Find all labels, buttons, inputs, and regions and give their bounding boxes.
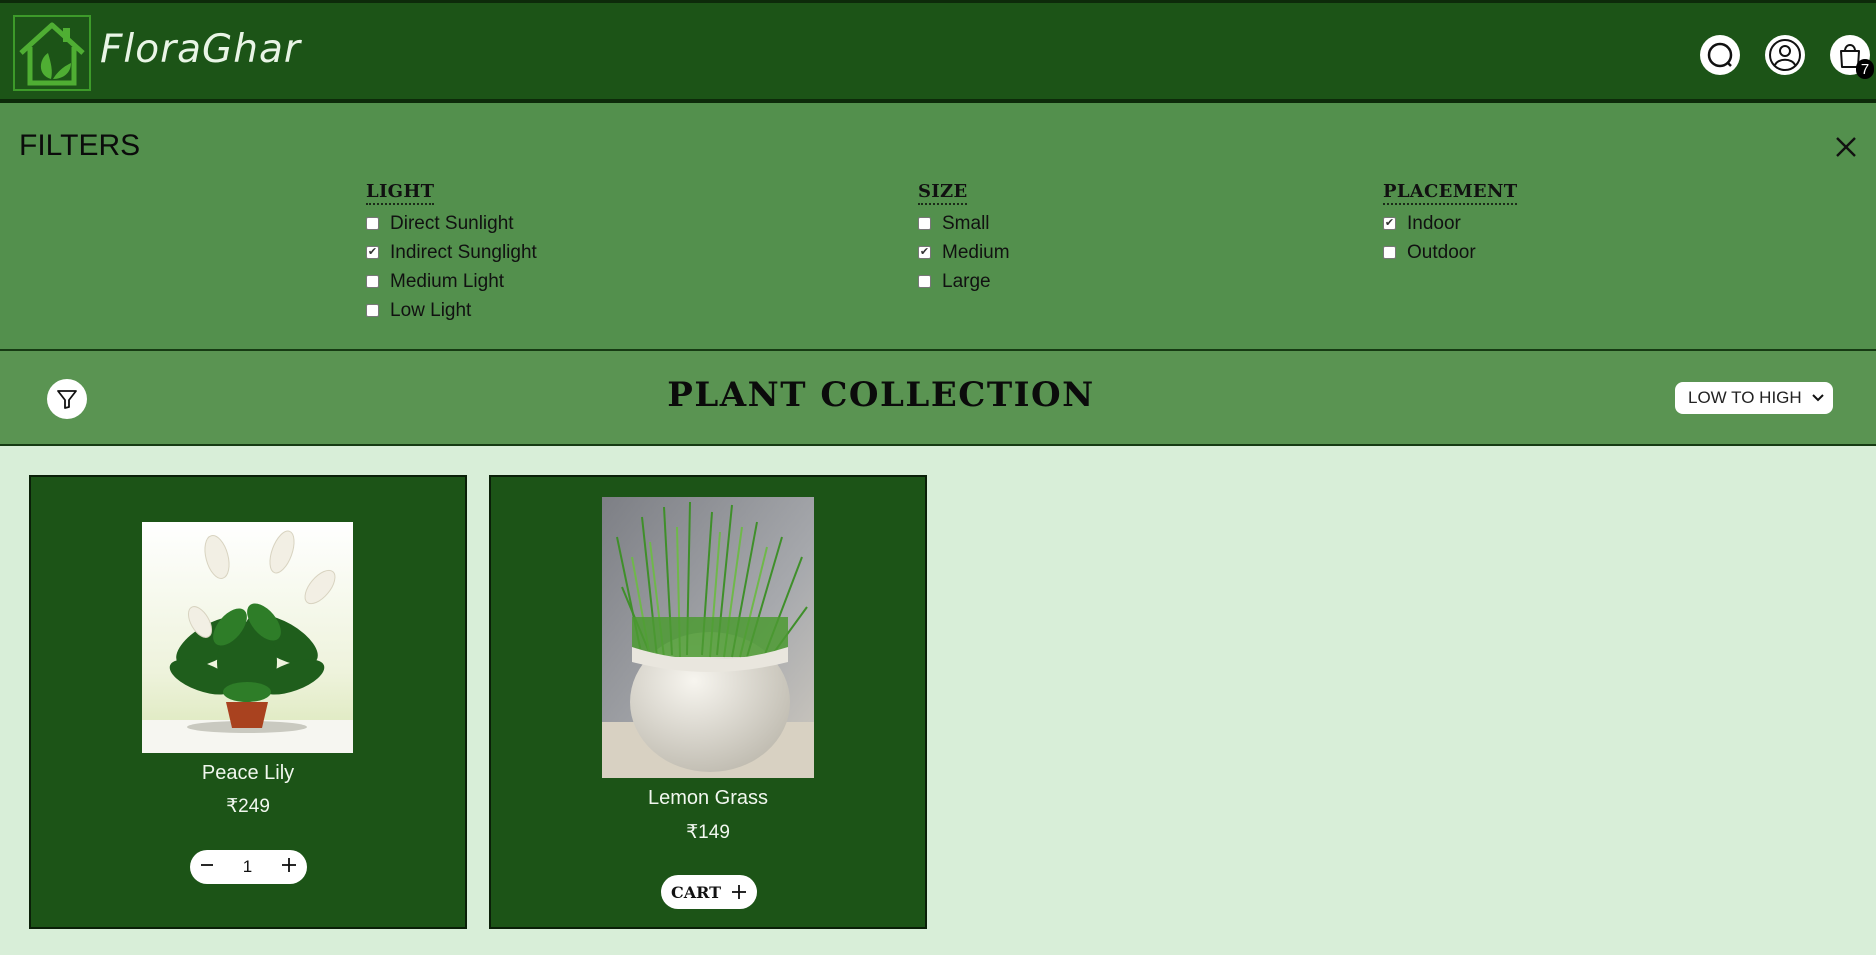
filter-option-label: Small (942, 212, 990, 234)
filter-option-outdoor[interactable]: Outdoor (1383, 238, 1517, 267)
checkbox-checked[interactable]: ✔ (366, 246, 379, 259)
filter-option-low-light[interactable]: Low Light (366, 296, 537, 325)
filter-option-label: Indoor (1407, 212, 1461, 234)
cart-button[interactable]: 7 (1830, 35, 1874, 79)
filter-option-indirect-sunlight[interactable]: ✔ Indirect Sunglight (366, 238, 537, 267)
cart-button-label: CART (670, 882, 722, 902)
filter-option-small[interactable]: Small (918, 209, 1010, 238)
filters-panel: FILTERS LIGHT Direct Sunlight ✔ Indirect… (0, 103, 1876, 351)
checkbox[interactable] (918, 275, 931, 288)
filter-group-title: SIZE (918, 181, 968, 205)
filter-option-label: Indirect Sunglight (390, 241, 537, 263)
checkbox[interactable] (918, 217, 931, 230)
close-icon (1836, 137, 1856, 157)
lemon-grass-image (602, 497, 814, 778)
filter-option-label: Large (942, 270, 991, 292)
close-filters-button[interactable] (1830, 131, 1862, 163)
product-card-peace-lily[interactable]: Peace Lily ₹249 1 (29, 475, 467, 929)
checkbox[interactable] (366, 275, 379, 288)
checkbox[interactable] (1383, 246, 1396, 259)
filter-group-size: SIZE Small ✔ Medium Large (918, 181, 1010, 296)
filters-title: FILTERS (19, 129, 141, 162)
product-image-lemon-grass[interactable] (602, 497, 814, 778)
sort-select[interactable]: LOW TO HIGH (1675, 382, 1833, 414)
filter-group-title: LIGHT (366, 181, 435, 205)
product-price: ₹149 (686, 822, 730, 843)
filter-option-direct-sunlight[interactable]: Direct Sunlight (366, 209, 537, 238)
filter-group-light: LIGHT Direct Sunlight ✔ Indirect Sunglig… (366, 181, 537, 325)
search-button[interactable] (1700, 35, 1740, 75)
filter-option-label: Direct Sunlight (390, 212, 514, 234)
plus-icon (732, 885, 747, 899)
filter-option-label: Outdoor (1407, 241, 1476, 263)
decrease-quantity-button[interactable] (200, 857, 214, 877)
filter-group-title: PLACEMENT (1383, 181, 1518, 205)
checkbox[interactable] (366, 217, 379, 230)
logo[interactable] (13, 15, 91, 91)
plus-icon (282, 857, 296, 872)
filter-option-label: Medium Light (390, 270, 505, 292)
site-header: FloraGhar 7 (0, 0, 1876, 103)
minus-icon (201, 864, 213, 866)
brand-name[interactable]: FloraGhar (100, 27, 301, 72)
product-card-lemon-grass[interactable]: Lemon Grass ₹149 CART (489, 475, 927, 929)
filter-option-indoor[interactable]: ✔ Indoor (1383, 209, 1517, 238)
product-name[interactable]: Peace Lily (31, 762, 465, 785)
user-icon (1769, 39, 1801, 71)
product-image-peace-lily[interactable] (142, 522, 353, 753)
filter-option-label: Medium (942, 241, 1010, 263)
increase-quantity-button[interactable] (281, 857, 297, 878)
cart-count-badge: 7 (1856, 59, 1874, 79)
sort-selected-value: LOW TO HIGH (1688, 388, 1802, 407)
filter-option-large[interactable]: Large (918, 267, 1010, 296)
page-title: PLANT COLLECTION (667, 375, 1095, 415)
filter-option-label: Low Light (390, 299, 472, 321)
quantity-value: 1 (242, 857, 253, 876)
product-price: ₹249 (226, 796, 270, 817)
checkbox-checked[interactable]: ✔ (1383, 217, 1396, 230)
house-leaf-icon (19, 22, 85, 86)
add-to-cart-button[interactable]: CART (661, 875, 757, 909)
checkbox-checked[interactable]: ✔ (918, 246, 931, 259)
quantity-stepper: 1 (190, 850, 307, 884)
checkbox[interactable] (366, 304, 379, 317)
filter-group-placement: PLACEMENT ✔ Indoor Outdoor (1383, 181, 1518, 267)
filter-option-medium[interactable]: ✔ Medium (918, 238, 1010, 267)
peace-lily-image (142, 522, 353, 753)
chevron-down-icon (1812, 394, 1824, 402)
filter-option-medium-light[interactable]: Medium Light (366, 267, 537, 296)
search-icon (1707, 42, 1733, 68)
account-button[interactable] (1765, 35, 1805, 75)
collection-bar: PLANT COLLECTION LOW TO HIGH (0, 351, 1876, 446)
product-name[interactable]: Lemon Grass (491, 787, 925, 810)
